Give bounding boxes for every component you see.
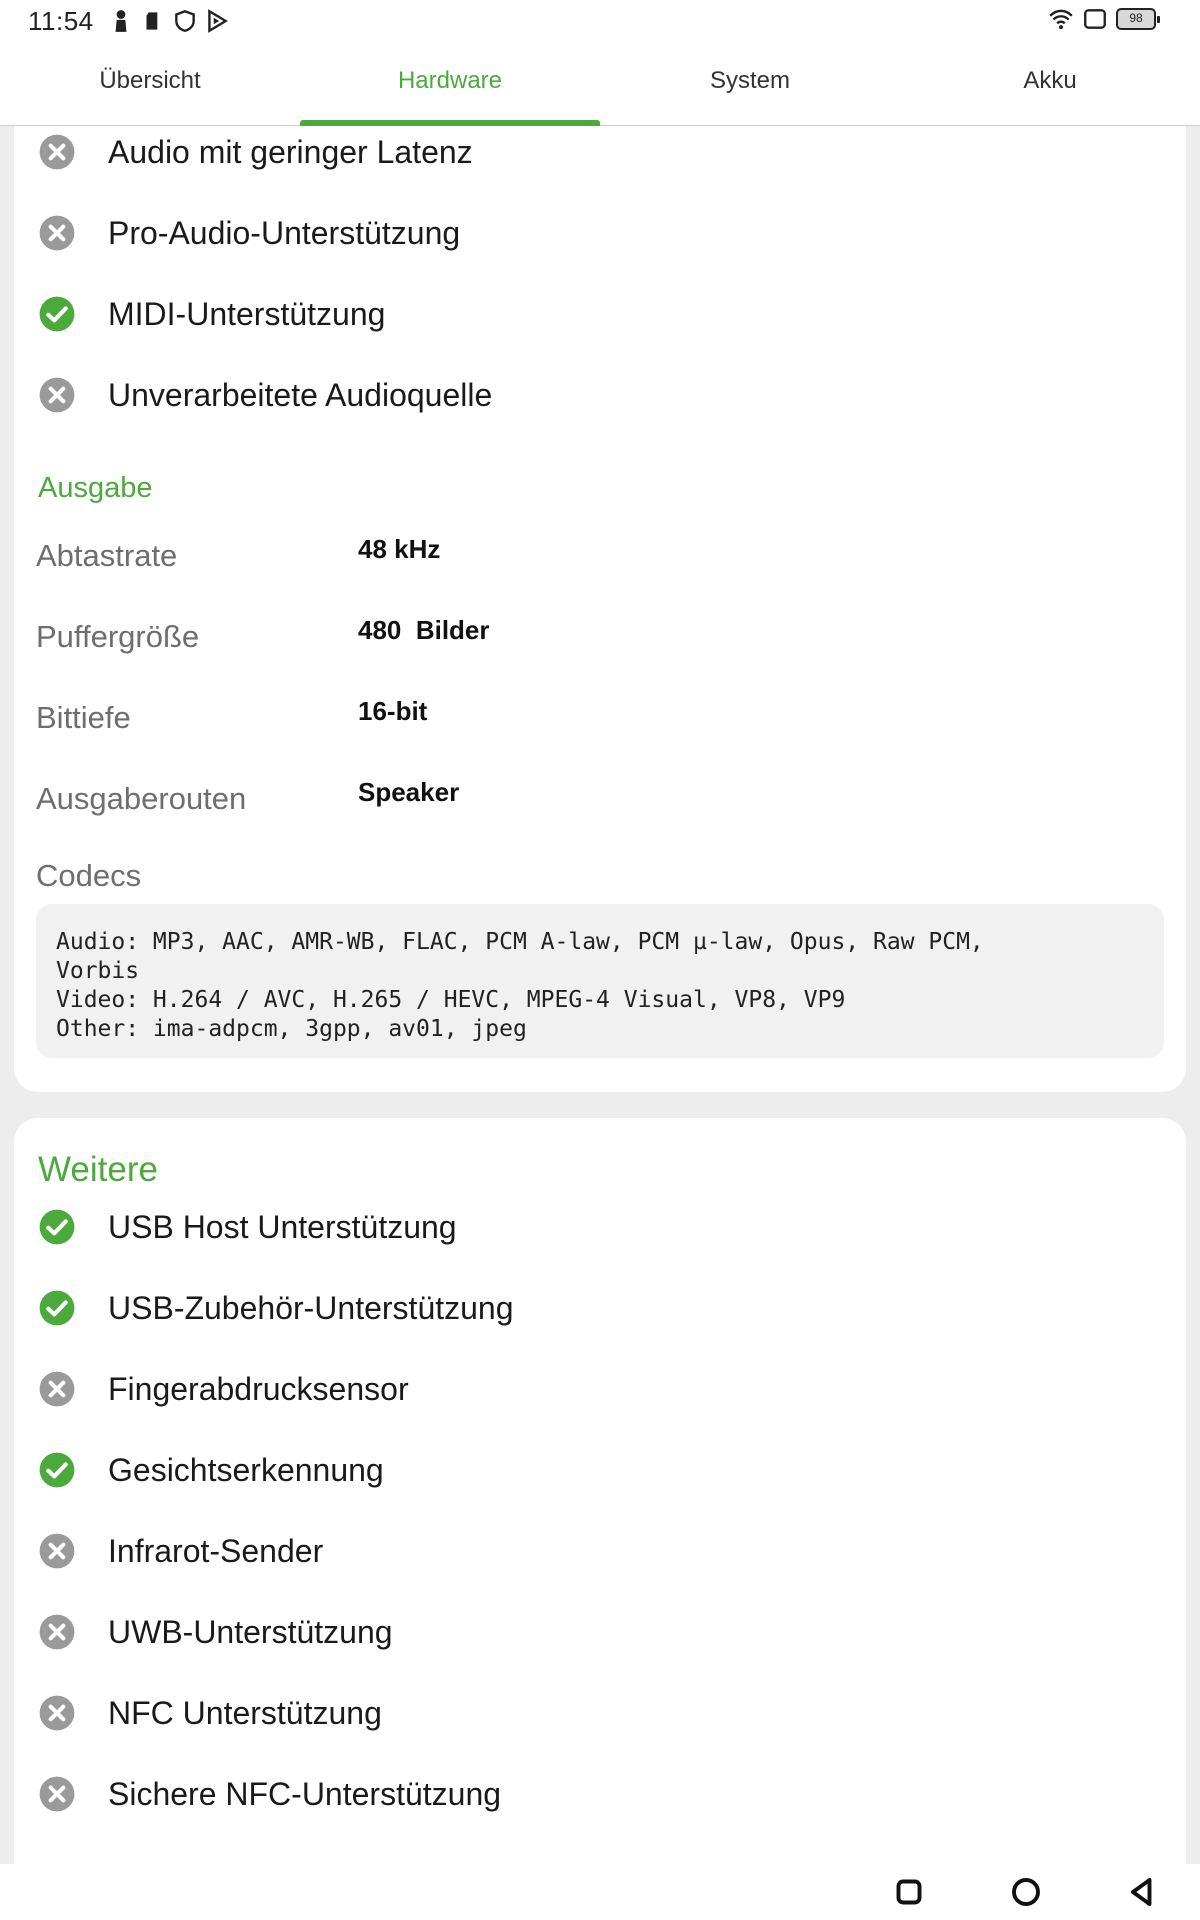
check-circle-icon	[39, 1290, 75, 1326]
feature-row: MIDI-Unterstützung	[38, 284, 385, 344]
tab-hardware[interactable]: Hardware	[300, 40, 600, 126]
bit-depth-label: Bittiefe	[36, 700, 131, 735]
further-section-title: Weitere	[38, 1150, 158, 1189]
feature-label: Pro-Audio-Unterstützung	[108, 214, 461, 251]
sample-rate-label: Abtastrate	[36, 538, 178, 573]
sample-rate-value: 48 kHz	[358, 534, 441, 564]
shield-icon	[175, 9, 195, 32]
output-section-title: Ausgabe	[38, 472, 153, 504]
battery-icon: 98	[1116, 8, 1160, 30]
person-icon	[115, 10, 127, 32]
output-routes-value: Speaker	[358, 777, 460, 807]
feature-label: MIDI-Unterstützung	[108, 295, 386, 332]
feature-row: Unverarbeitete Audioquelle	[38, 365, 492, 425]
battery-tip	[1157, 16, 1160, 23]
feature-label: Gesichtserkennung	[108, 1451, 384, 1488]
codecs-line: Video: H.264 / AVC, H.265 / HEVC, MPEG-4…	[56, 987, 846, 1013]
feature-row: Pro-Audio-Unterstützung	[38, 203, 460, 263]
feature-row: Infrarot-Sender	[38, 1521, 323, 1581]
status-icons-right: 98	[1048, 6, 1160, 32]
feature-label: Fingerabdrucksensor	[108, 1370, 409, 1407]
wifi-icon	[1049, 9, 1073, 30]
codecs-box: Audio: MP3, AAC, AMR-WB, FLAC, PCM A-law…	[36, 904, 1164, 1058]
battery-level: 98	[1129, 11, 1143, 25]
feature-label: USB Host Unterstützung	[108, 1208, 457, 1245]
feature-label: Sichere NFC-Unterstützung	[108, 1775, 502, 1812]
feature-row: Gesichtserkennung	[38, 1440, 384, 1500]
cross-circle-icon	[39, 377, 75, 413]
cross-circle-icon	[39, 1695, 75, 1731]
codecs-line: Other: ima-adpcm, 3gpp, av01, jpeg	[56, 1016, 527, 1042]
further-card: Weitere USB Host Unterstützung USB-Zubehö…	[14, 1118, 1186, 1878]
feature-label: Infrarot-Sender	[108, 1532, 324, 1569]
cross-circle-icon	[39, 134, 75, 170]
screen-icon	[1084, 9, 1106, 29]
navigation-bar	[0, 1864, 1200, 1920]
check-circle-icon	[39, 1452, 75, 1488]
feature-row: NFC Unterstützung	[38, 1683, 382, 1743]
feature-row: Fingerabdrucksensor	[38, 1359, 409, 1419]
feature-row: Audio mit geringer Latenz	[38, 122, 473, 182]
feature-label: Unverarbeitete Audioquelle	[108, 376, 493, 413]
feature-row: UWB-Unterstützung	[38, 1602, 393, 1662]
tab-system[interactable]: System	[600, 40, 900, 125]
codecs-label: Codecs	[36, 858, 142, 893]
buffer-size-value: 480 Bilder	[358, 615, 490, 645]
feature-row: USB-Zubehör-Unterstützung	[38, 1278, 514, 1338]
cross-circle-icon	[39, 1776, 75, 1812]
back-button[interactable]	[1124, 1874, 1160, 1910]
bit-depth-value: 16-bit	[358, 696, 428, 726]
cross-circle-icon	[39, 1371, 75, 1407]
codecs-line: Vorbis	[56, 958, 140, 984]
feature-row: Sichere NFC-Unterstützung	[38, 1764, 501, 1824]
output-routes-label: Ausgaberouten	[36, 781, 247, 816]
feature-row: USB Host Unterstützung	[38, 1197, 457, 1257]
feature-label: Audio mit geringer Latenz	[108, 133, 473, 170]
audio-card: Audio mit geringer Latenz Pro-Audio-Unter…	[14, 126, 1186, 1092]
home-button[interactable]	[1008, 1874, 1044, 1910]
sd-card-icon	[146, 12, 158, 30]
cross-circle-icon	[39, 215, 75, 251]
feature-label: NFC Unterstützung	[108, 1694, 382, 1731]
tab-bar: Übersicht Hardware System Akku	[0, 40, 1200, 126]
status-icons-left	[108, 8, 230, 34]
recents-button[interactable]	[891, 1874, 927, 1910]
play-protect-icon	[208, 9, 228, 33]
feature-label: USB-Zubehör-Unterstützung	[108, 1289, 514, 1326]
status-bar: 11:54 98	[0, 0, 1200, 40]
tab-overview[interactable]: Übersicht	[0, 40, 300, 125]
buffer-size-label: Puffergröße	[36, 619, 200, 654]
tab-battery[interactable]: Akku	[900, 40, 1200, 125]
status-time: 11:54	[28, 6, 94, 36]
check-circle-icon	[39, 1209, 75, 1245]
codecs-line: Audio: MP3, AAC, AMR-WB, FLAC, PCM A-law…	[56, 929, 984, 955]
cross-circle-icon	[39, 1614, 75, 1650]
feature-label: UWB-Unterstützung	[108, 1613, 393, 1650]
cross-circle-icon	[39, 1533, 75, 1569]
check-circle-icon	[39, 296, 75, 332]
